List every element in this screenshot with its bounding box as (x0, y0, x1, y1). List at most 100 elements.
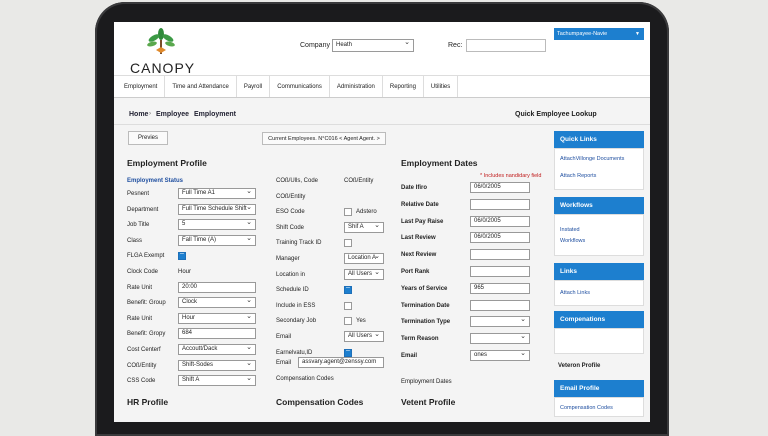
rate-unit-input[interactable]: 20:00 (178, 281, 256, 293)
app-header: CANOPY Company Heath Rec: Tachumpayee-Na… (114, 22, 650, 76)
department-select[interactable]: Full Time Schedule Shift (178, 203, 256, 215)
workflows-link[interactable]: Workflows (560, 238, 585, 244)
termination-type-label: Termination Type (401, 319, 451, 326)
cost-centerf-select[interactable]: Accoutt/Dack (178, 344, 256, 355)
css-code-select[interactable]: Shift A (178, 375, 256, 387)
email-profile-header[interactable]: Email Profile (554, 380, 644, 397)
earnelvatu-id-checkbox[interactable] (344, 347, 352, 357)
nav-item-administration[interactable]: Administration (330, 76, 383, 97)
location-in-select[interactable]: All Users (344, 268, 384, 280)
last-pay-raise-input[interactable]: 06/0/2005 (470, 215, 530, 227)
email-label: Email (276, 334, 292, 340)
pesnent-label: Pesnent (127, 191, 150, 197)
user-menu-label: Tachumpayee-Navie (557, 31, 608, 37)
app-screen: CANOPY Company Heath Rec: Tachumpayee-Na… (114, 22, 650, 422)
email-select[interactable]: ones (470, 350, 530, 361)
term-reason-label: Term Reason (401, 336, 439, 343)
email-select[interactable]: All Users (344, 331, 384, 342)
user-menu[interactable]: Tachumpayee-Navie ▼ (554, 28, 644, 40)
benefit-group-label: Benefit: Group (127, 300, 166, 307)
benefit-gropy-input[interactable]: 684 (178, 328, 256, 340)
attach-reports-link[interactable]: Attach Reports (560, 173, 596, 179)
breadcrumb-home[interactable]: Home (129, 111, 148, 118)
nav-item-employment[interactable]: Employment (114, 76, 166, 97)
links-header[interactable]: Links (554, 263, 644, 280)
shift-code-value: Shif A (348, 223, 364, 230)
required-field-note: * Includes nandidary field (480, 173, 542, 179)
veteran-profile-label[interactable]: Veteron Profile (558, 363, 600, 369)
rec-input[interactable] (466, 39, 546, 52)
port-rank-input[interactable] (470, 266, 530, 277)
flga-exempt-checkbox[interactable] (178, 250, 186, 261)
employment-status-title: Employment Status (127, 178, 184, 184)
schedule-id-checkbox[interactable] (344, 284, 352, 295)
attach-documents-link[interactable]: AttachVillonge Documents (560, 156, 624, 162)
earnelvatu-id-label: Earnelvatu,ID (276, 349, 313, 356)
secondary-job-label: Secondary Job (276, 318, 317, 325)
email-input[interactable]: assvary.agent@zenssy.com (298, 357, 384, 368)
date-ifiro-label: Date Ifiro (401, 185, 428, 191)
nav-item-reporting[interactable]: Reporting (383, 76, 424, 97)
class-select[interactable]: Fall Time (A) (178, 234, 256, 246)
job-title-select[interactable]: 5 (178, 219, 256, 231)
compensations-panel (554, 328, 644, 354)
company-select[interactable]: Heath (332, 38, 414, 52)
next-review-input[interactable] (470, 249, 530, 261)
training-track-id-checkbox[interactable] (344, 239, 352, 248)
class-value: Fall Time (A) (182, 236, 217, 243)
termination-type-select[interactable] (470, 316, 530, 328)
schedule-id-label: Schedule ID (276, 287, 309, 294)
quick-links-panel (554, 148, 644, 190)
rate-unit-label: Rate Unit (127, 284, 153, 291)
relative-date-input[interactable] (470, 198, 530, 210)
workflows-instated-link[interactable]: Instated (560, 227, 580, 233)
rate-unit-value: Hour (182, 314, 196, 321)
benefit-gropy-value: 684 (182, 330, 193, 337)
nav-item-utilities[interactable]: Utilities (424, 76, 459, 97)
previous-button[interactable]: Previes (128, 131, 168, 145)
compensation-codes-link[interactable]: Compensation Codes (560, 405, 613, 411)
last-review-input[interactable]: 06/0/2005 (470, 232, 530, 244)
employment-dates-footer: Employment Dates (401, 379, 452, 385)
compensations-header[interactable]: Compenations (554, 311, 644, 328)
secondary-job-checkbox[interactable] (344, 317, 352, 326)
email-label: Email (401, 353, 418, 359)
benefit-group-select[interactable]: Clock (178, 297, 256, 309)
date-ifiro-input[interactable]: 06/0/2005 (470, 182, 530, 193)
breadcrumb-employee[interactable]: Employee (156, 111, 189, 118)
nav-item-communications[interactable]: Communications (270, 76, 330, 97)
email-value: All Users (348, 333, 373, 339)
employment-profile-title: Employment Profile (127, 158, 207, 168)
css-code-label: CSS Code (127, 378, 156, 385)
nav-item-time-attendance[interactable]: Time and Attendance (165, 76, 237, 97)
port-rank-label: Port Rank (401, 269, 430, 275)
flga-exempt-label: FLGA Exempt (127, 253, 165, 260)
years-of-service-input[interactable]: 965 (470, 282, 530, 294)
shift-code-select[interactable]: Shif A (344, 221, 384, 233)
last-review-label: Last Review (401, 235, 436, 242)
nav-item-payroll[interactable]: Payroll (237, 76, 271, 97)
divider (114, 124, 650, 125)
compensation-codes-label: Compensation Codes (276, 376, 334, 382)
rate-unit-select[interactable]: Hour (178, 312, 256, 324)
quick-links-header[interactable]: Quick Links (554, 131, 644, 148)
training-track-id-label: Training Track ID (276, 240, 322, 247)
benefit-group-value: Clock (182, 299, 198, 306)
co-entity-value: Shift-Sodes (182, 361, 214, 368)
current-employee-selector[interactable]: Current Employees. N°C016 < Agent Agent.… (262, 132, 386, 145)
attach-links-link[interactable]: Attach Links (560, 290, 590, 296)
pesnent-select[interactable]: Full Time A1 (178, 188, 256, 199)
include-in-ess-checkbox[interactable] (344, 301, 352, 310)
main-nav: Employment Time and Attendance Payroll C… (114, 76, 650, 98)
clock-code-value: Hour (178, 269, 192, 275)
quick-employee-lookup[interactable]: Quick Employee Lookup (515, 111, 597, 118)
job-title-value: 5 (182, 221, 186, 228)
term-reason-select[interactable] (470, 333, 530, 345)
workflows-header[interactable]: Workflows (554, 197, 644, 214)
manager-select[interactable]: Location A (344, 253, 384, 264)
eso-code-checkbox[interactable] (344, 208, 352, 217)
vetent-profile-title: Vetent Profile (401, 397, 456, 407)
manager-value: Location A (348, 255, 377, 261)
co-entity-select[interactable]: Shift-Sodes (178, 359, 256, 371)
termination-date-input[interactable] (470, 299, 530, 311)
